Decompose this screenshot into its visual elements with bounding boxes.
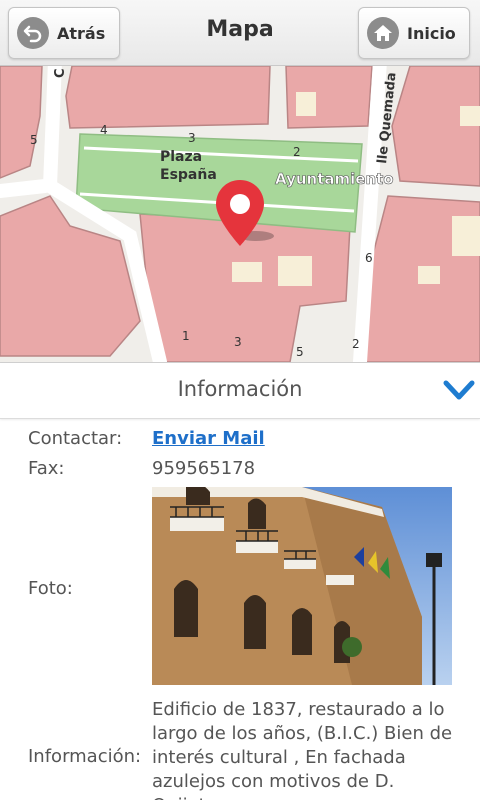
map-label-street-left: C [53, 68, 68, 78]
contact-label: Contactar: [28, 428, 123, 449]
map-number: 5 [30, 133, 38, 147]
chevron-down-icon[interactable] [442, 375, 476, 405]
map-label-espana: España [160, 167, 217, 183]
map-number: 3 [234, 335, 242, 349]
send-mail-link[interactable]: Enviar Mail [152, 428, 265, 449]
home-icon [367, 17, 399, 49]
map-view[interactable]: Plaza España Ayuntamiento lle Quemada C … [0, 66, 480, 362]
info-panel-title: Información [177, 377, 303, 401]
map-number: 5 [296, 345, 304, 359]
map-number: 2 [293, 145, 301, 159]
map-label-plaza: Plaza [160, 149, 202, 165]
photo-label: Foto: [28, 578, 73, 599]
fax-label: Fax: [28, 458, 65, 479]
home-button[interactable]: Inicio [358, 7, 470, 59]
map-number: 4 [100, 123, 108, 137]
map-block [65, 66, 271, 129]
map-label-ayuntamiento: Ayuntamiento [275, 170, 394, 188]
building-photo [152, 487, 452, 685]
map-number: 1 [182, 329, 190, 343]
map-number: 3 [188, 131, 196, 145]
home-button-label: Inicio [407, 23, 456, 43]
info-description: Edificio de 1837, restaurado a lo largo … [152, 699, 453, 800]
info-label: Información: [28, 746, 142, 767]
info-panel-header[interactable]: Información [0, 363, 480, 419]
fax-value: 959565178 [152, 458, 256, 479]
top-bar: Atrás Mapa Inicio [0, 0, 480, 66]
map-number: 2 [352, 337, 360, 351]
map-number: 6 [365, 251, 373, 265]
